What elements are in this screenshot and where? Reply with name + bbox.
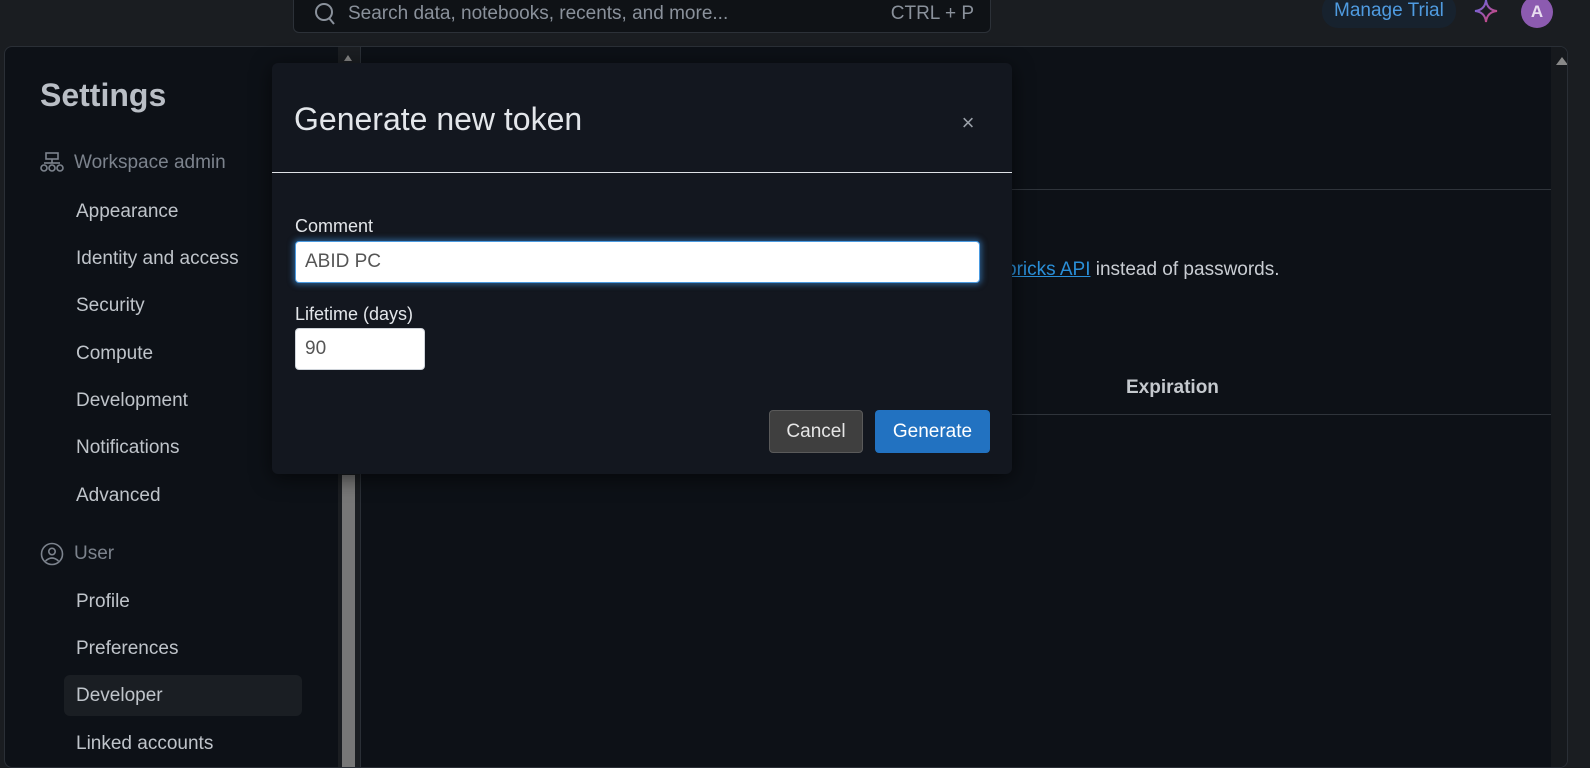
sidebar-item-security[interactable]: Security [64, 285, 302, 326]
sidebar-item-advanced[interactable]: Advanced [64, 475, 302, 516]
sidebar-item-notifications[interactable]: Notifications [64, 427, 302, 468]
lifetime-label: Lifetime (days) [295, 304, 414, 324]
sidebar-item-appearance[interactable]: Appearance [64, 191, 302, 232]
sidebar-item-development[interactable]: Development [64, 380, 302, 421]
manage-trial-button[interactable]: Manage Trial [1322, 0, 1456, 28]
divider [1001, 189, 1567, 190]
search-bar[interactable]: Search data, notebooks, recents, and mor… [293, 0, 991, 33]
sidebar-scrollbar-thumb[interactable] [342, 475, 355, 767]
description-text: instead of passwords. [1090, 259, 1280, 280]
sidebar-item-developer[interactable]: Developer [64, 675, 302, 716]
scroll-up-arrow-icon[interactable] [344, 55, 352, 61]
assistant-sparkle-icon[interactable] [1473, 0, 1499, 24]
sidebar-item-preferences[interactable]: Preferences [64, 628, 302, 669]
divider [1001, 414, 1567, 415]
search-placeholder: Search data, notebooks, recents, and mor… [348, 2, 729, 24]
top-bar: Search data, notebooks, recents, and mor… [0, 0, 1590, 46]
close-icon[interactable]: × [958, 112, 978, 134]
lifetime-input[interactable] [295, 328, 425, 370]
sidebar-group-user: User [40, 542, 114, 566]
avatar[interactable]: A [1521, 0, 1553, 28]
sidebar-item-profile[interactable]: Profile [64, 581, 302, 622]
cancel-button[interactable]: Cancel [769, 410, 863, 453]
search-icon [315, 2, 335, 25]
group-label: User [74, 543, 115, 564]
sidebar-item-identity-and-access[interactable]: Identity and access [64, 238, 302, 279]
search-shortcut: CTRL + P [890, 2, 974, 24]
column-header-expiration: Expiration [1126, 377, 1219, 398]
generate-token-dialog: Generate new token × Comment Lifetime (d… [272, 63, 1012, 474]
divider [272, 172, 1012, 173]
user-circle-icon [40, 542, 64, 566]
comment-input[interactable] [295, 241, 980, 283]
group-label: Workspace admin [74, 152, 226, 173]
workspace-admin-icon [40, 152, 64, 172]
generate-button[interactable]: Generate [875, 410, 990, 453]
scroll-up-arrow-icon[interactable] [1556, 57, 1567, 65]
description: bricks API instead of passwords. [1006, 259, 1280, 281]
api-link[interactable]: bricks API [1006, 259, 1090, 280]
page-scrollbar[interactable] [1551, 47, 1567, 767]
sidebar-group-workspace-admin: Workspace admin [40, 152, 226, 174]
sidebar-item-compute[interactable]: Compute [64, 333, 302, 374]
sidebar-item-linked-accounts[interactable]: Linked accounts [64, 723, 302, 764]
page-title: Settings [40, 77, 167, 113]
comment-label: Comment [295, 216, 374, 236]
dialog-title: Generate new token [294, 101, 583, 137]
